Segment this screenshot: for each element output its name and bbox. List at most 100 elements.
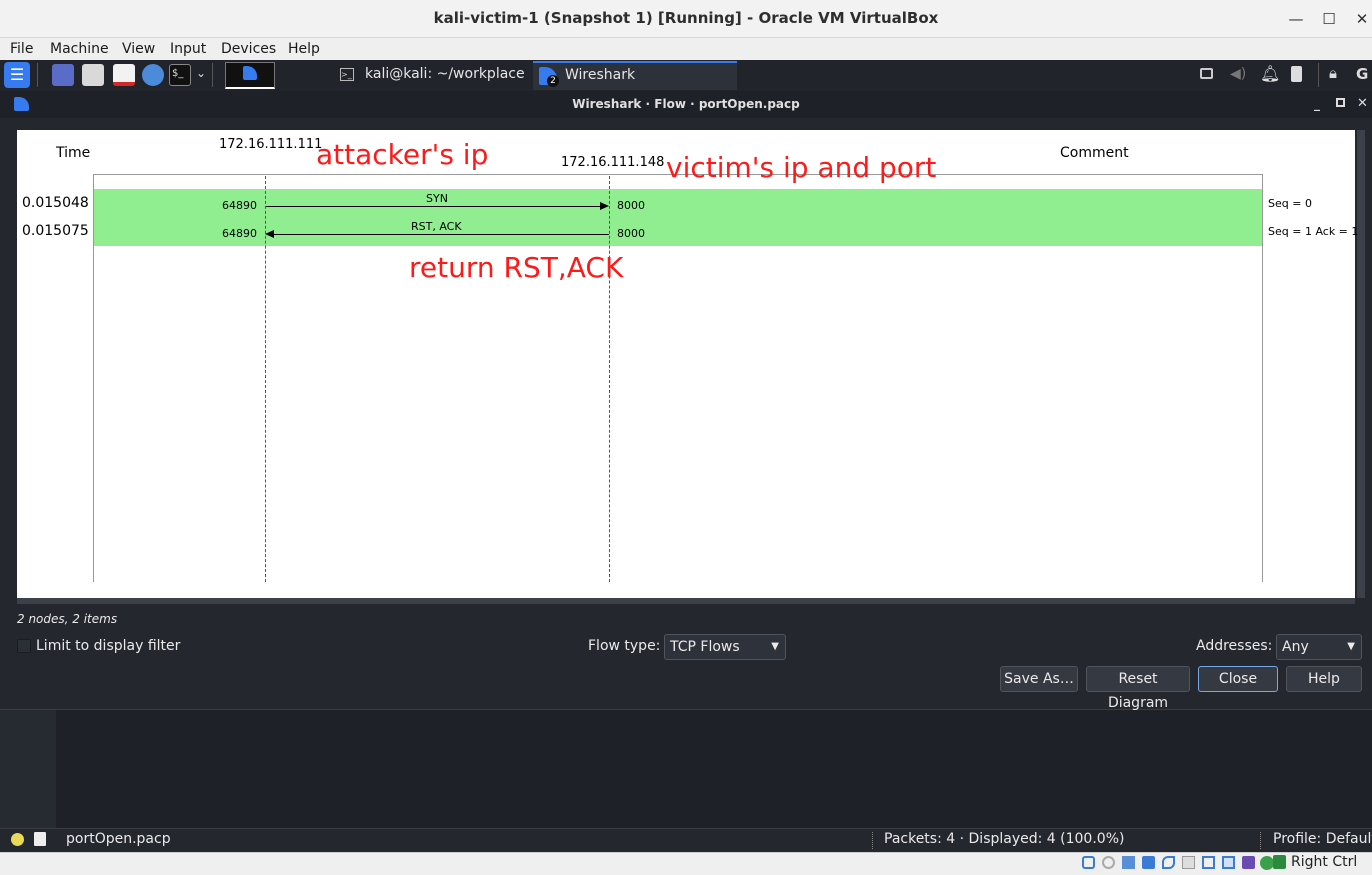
wireshark-main-area (0, 710, 1372, 828)
row-1-dst-port: 8000 (617, 199, 645, 212)
window-count-badge: 2 (547, 75, 559, 87)
wireshark-left-gutter (0, 710, 56, 828)
vertical-scrollbar[interactable] (1357, 130, 1365, 598)
limit-filter-label: Limit to display filter (36, 638, 181, 654)
addresses-label: Addresses: (1196, 638, 1273, 654)
dialog-close-button[interactable]: ✕ (1357, 96, 1368, 111)
row-2-src-port: 64890 (222, 227, 257, 240)
menu-help[interactable]: Help (288, 41, 320, 57)
task-terminal[interactable]: >_ kali@kali: ~/workplace (331, 61, 529, 90)
workspace-wireshark-fin-icon (243, 66, 257, 80)
host-key-label: Right Ctrl (1291, 854, 1358, 870)
row-2-comment: Seq = 1 Ack = 1 (1268, 225, 1359, 238)
text-editor-icon[interactable] (113, 64, 135, 86)
usb-icon[interactable] (1162, 856, 1175, 869)
hard-disk-icon[interactable] (1082, 856, 1095, 869)
display-icon[interactable] (1202, 856, 1215, 869)
flow-summary: 2 nodes, 2 items (17, 612, 118, 626)
dialog-maximize-button[interactable] (1336, 98, 1345, 107)
kali-menu-icon[interactable]: ☰ (4, 62, 30, 88)
display-icon[interactable] (1200, 68, 1213, 79)
menu-view[interactable]: View (122, 41, 155, 57)
close-window-button[interactable]: ✕ (1352, 9, 1372, 29)
minimize-button[interactable]: — (1286, 9, 1306, 29)
save-as-button[interactable]: Save As… (1000, 666, 1078, 692)
node-2-address: 172.16.111.148 (561, 155, 665, 170)
menu-file[interactable]: File (10, 41, 33, 57)
dialog-minimize-button[interactable]: _ (1314, 97, 1320, 111)
row-2-arrowhead-left (265, 230, 274, 238)
panel-divider-3 (1318, 63, 1319, 87)
window-title: kali-victim-1 (Snapshot 1) [Running] - O… (433, 9, 939, 27)
capture-comment-icon[interactable] (34, 832, 46, 846)
web-browser-icon[interactable] (142, 64, 164, 86)
menu-machine[interactable]: Machine (50, 41, 109, 57)
status-file-name: portOpen.pacp (66, 831, 171, 847)
task-wireshark-label: Wireshark (565, 67, 636, 83)
notification-bell-icon[interactable]: 🔔︎ (1260, 64, 1280, 83)
row-2-arrow-line (274, 234, 609, 235)
panel-divider-2 (212, 63, 213, 87)
chevron-down-icon: ▼ (1347, 641, 1355, 652)
shared-folders-icon[interactable] (1182, 856, 1195, 869)
status-divider (872, 832, 873, 849)
lock-icon[interactable]: 🔒︎ (1329, 64, 1337, 82)
terminal-icon[interactable]: $_ (169, 64, 191, 86)
power-icon[interactable]: G (1356, 65, 1368, 83)
network-icon[interactable] (1142, 856, 1155, 869)
addresses-select[interactable]: Any ▼ (1276, 634, 1362, 660)
reset-diagram-button[interactable]: Reset Diagram (1086, 666, 1190, 711)
expert-info-icon[interactable] (11, 833, 24, 846)
cpu-icon[interactable] (1242, 856, 1255, 869)
task-wireshark[interactable]: 2 Wireshark (533, 61, 737, 90)
menu-input[interactable]: Input (170, 41, 206, 57)
mouse-integration-icon[interactable] (1273, 855, 1286, 869)
column-time-header: Time (56, 145, 91, 161)
status-divider-2 (1260, 832, 1261, 849)
node-2-lifeline (609, 176, 610, 582)
menu-devices[interactable]: Devices (221, 41, 276, 57)
annotation-attacker-ip: attacker's ip (316, 138, 489, 171)
close-button[interactable]: Close (1198, 666, 1278, 692)
flow-type-select[interactable]: TCP Flows ▼ (664, 634, 786, 660)
row-2-dst-port: 8000 (617, 227, 645, 240)
row-1-label: SYN (426, 192, 448, 205)
maximize-button[interactable]: ☐ (1319, 9, 1339, 29)
battery-icon[interactable] (1291, 66, 1302, 82)
optical-drive-icon[interactable] (1102, 856, 1115, 869)
status-profile[interactable]: Profile: Default (1273, 831, 1372, 847)
row-1-time: 0.015048 (22, 195, 89, 211)
status-packets: Packets: 4 · Displayed: 4 (100.0%) (884, 831, 1125, 847)
row-2-label: RST, ACK (411, 220, 462, 233)
show-desktop-icon[interactable] (52, 64, 74, 86)
task-terminal-label: kali@kali: ~/workplace (365, 66, 525, 82)
chevron-down-icon: ▼ (771, 641, 779, 652)
row-1-arrow-line (266, 206, 602, 207)
flow-type-label: Flow type: (588, 638, 661, 654)
panel-divider (37, 63, 38, 87)
addresses-value: Any (1282, 639, 1309, 655)
audio-icon[interactable] (1122, 856, 1135, 869)
workspace-1-icon[interactable] (225, 62, 275, 89)
keyboard-capture-icon[interactable] (1260, 856, 1274, 870)
volume-icon[interactable]: ◀) (1230, 66, 1246, 82)
row-1-arrowhead-right (600, 202, 609, 210)
row-1-comment: Seq = 0 (1268, 197, 1312, 210)
flow-dialog-title: Wireshark · Flow · portOpen.pacp (572, 97, 800, 111)
annotation-victim-ip-port: victim's ip and port (666, 151, 937, 184)
terminal-dropdown-icon[interactable]: ⌄ (196, 66, 206, 80)
annotation-return-rst-ack: return RST,ACK (409, 251, 624, 284)
recording-icon[interactable] (1222, 856, 1235, 869)
file-manager-icon[interactable] (82, 64, 104, 86)
row-2-time: 0.015075 (22, 223, 89, 239)
flow-type-value: TCP Flows (670, 639, 740, 655)
vb-device-icons (1082, 855, 1280, 871)
column-comment-header: Comment (1060, 145, 1129, 161)
node-1-address: 172.16.111.111 (219, 137, 323, 152)
row-1-src-port: 64890 (222, 199, 257, 212)
horizontal-scrollbar[interactable] (17, 598, 1355, 604)
help-button[interactable]: Help (1286, 666, 1362, 692)
limit-filter-checkbox[interactable] (17, 639, 31, 653)
wireshark-statusbar (0, 828, 1372, 852)
terminal-task-icon: >_ (340, 68, 354, 81)
